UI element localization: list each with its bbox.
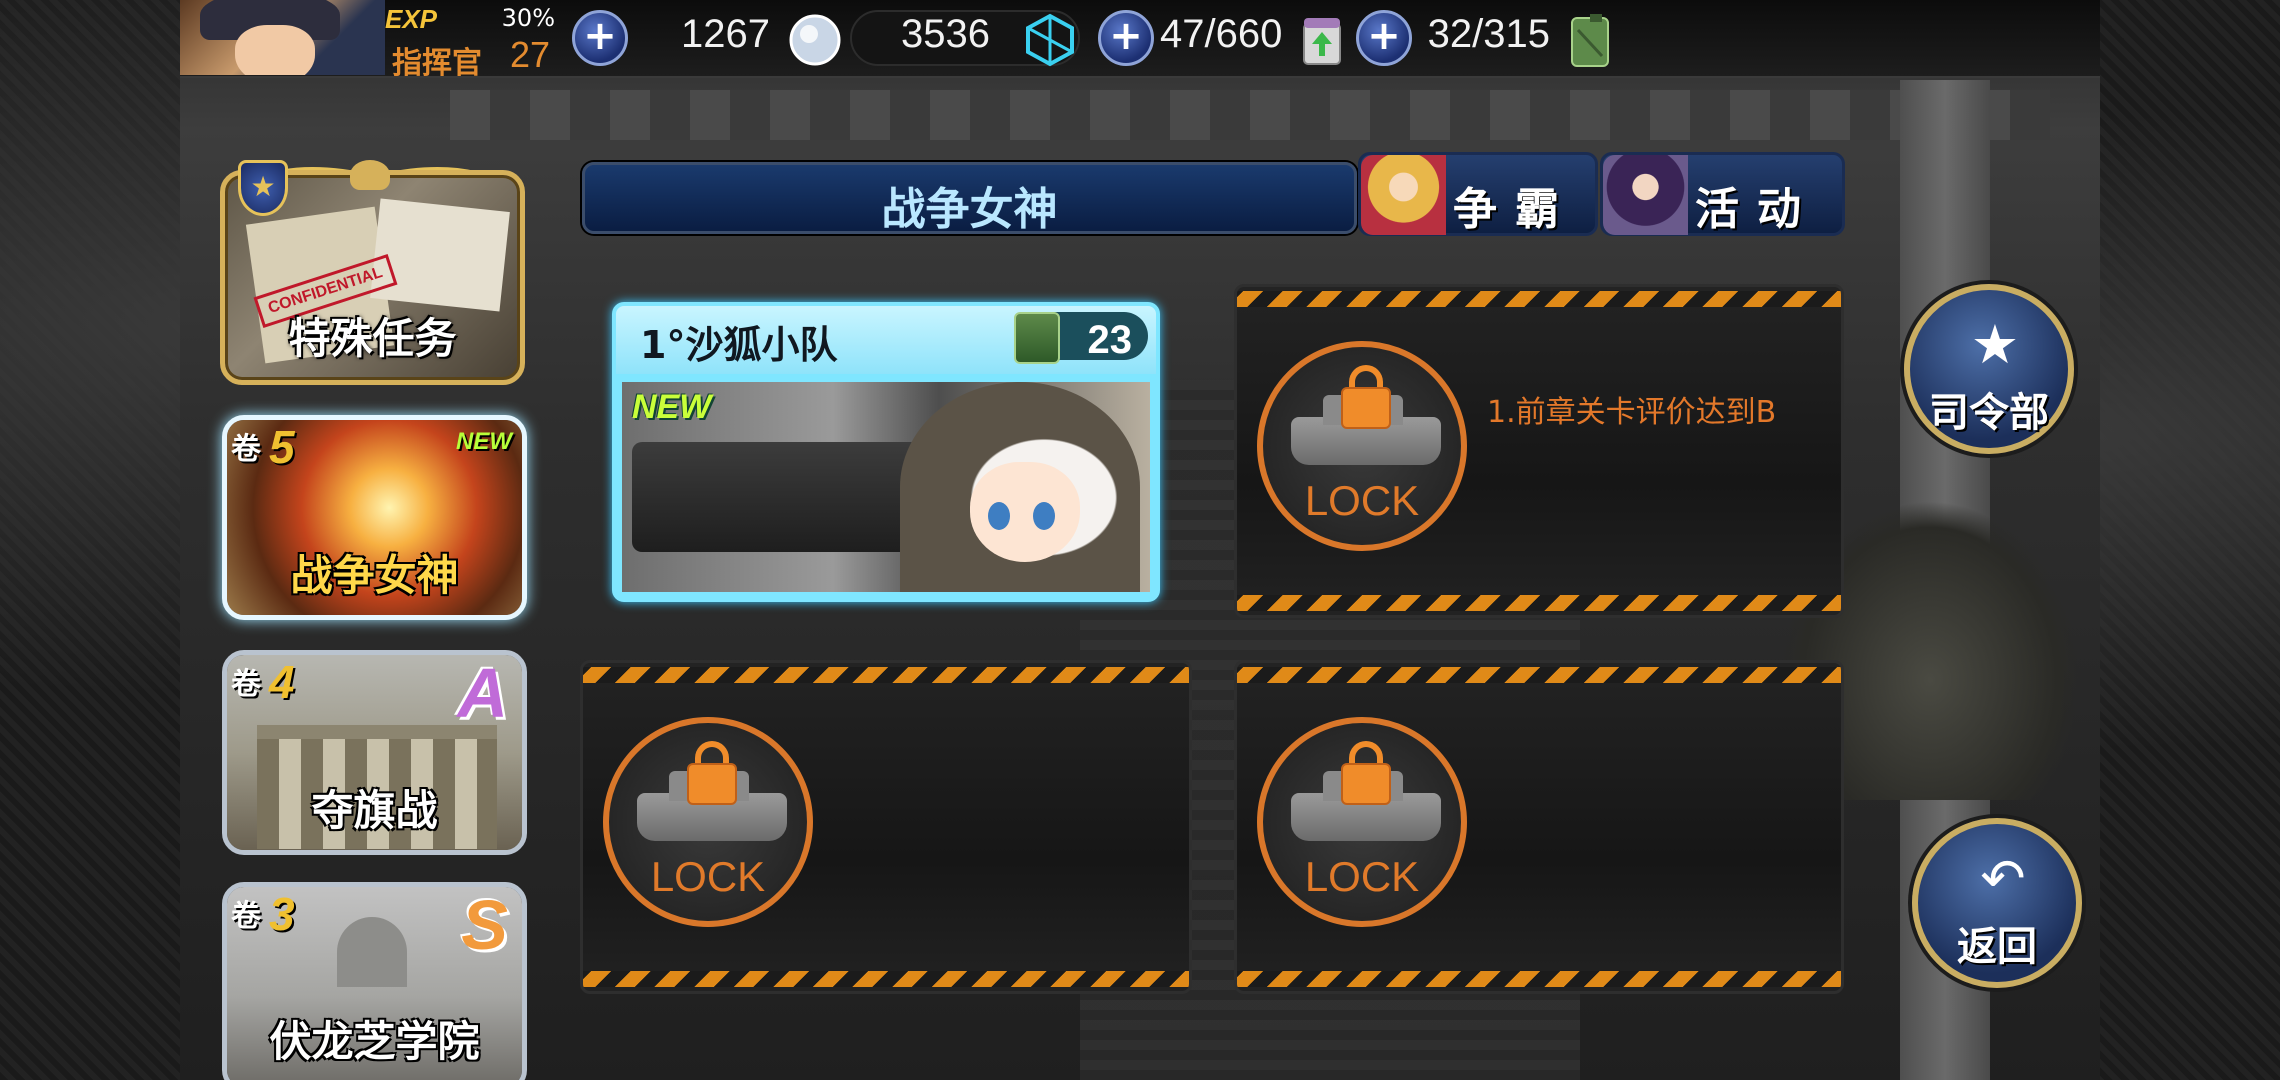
lock-icon: LOCK — [1257, 717, 1467, 927]
chapter-vol-prefix: 卷 — [231, 667, 261, 702]
chibi-blonde-portrait — [1361, 155, 1446, 235]
tab-event-label: 活动 — [1695, 184, 1819, 235]
fuel-canister-icon — [1560, 10, 1620, 70]
chapter-grade: A — [457, 654, 508, 732]
hazard-stripe — [1237, 291, 1841, 307]
stage-card-header: 1°沙狐小队 23 — [616, 306, 1156, 374]
add-silver-button[interactable]: + — [572, 10, 628, 66]
tab-title-label: 战争女神 — [881, 184, 1058, 235]
star-shield-icon: ★ — [1970, 313, 2020, 376]
lock-label: LOCK — [650, 853, 766, 900]
hazard-stripe — [583, 667, 1189, 683]
back-button[interactable]: ↶ 返回 — [1912, 818, 2082, 988]
lock-label: LOCK — [1304, 477, 1420, 524]
stage-illustration: NEW — [622, 382, 1150, 592]
tab-compete[interactable]: 争霸 — [1358, 152, 1598, 236]
new-badge: NEW — [632, 388, 712, 426]
commander-avatar[interactable] — [180, 0, 385, 75]
crest-icon — [350, 160, 390, 190]
chapter-4-button[interactable]: 卷 4 A 夺旗战 — [222, 650, 527, 855]
crystal-cube-icon — [1020, 10, 1080, 70]
stage-cost-box: 23 — [1014, 312, 1148, 364]
tab-compete-label: 争霸 — [1453, 184, 1577, 235]
character-eye — [988, 502, 1010, 530]
chapter-grade: S — [461, 886, 508, 964]
padlock-icon — [1341, 387, 1391, 429]
lock-icon: LOCK — [603, 717, 813, 927]
chapter-vol-prefix: 卷 — [231, 899, 261, 934]
stage-cost-value: 23 — [1087, 318, 1133, 362]
unlock-requirement: 1.前章关卡评价达到B — [1487, 395, 1777, 430]
silver-value: 1267 — [681, 12, 770, 56]
photo-paper — [370, 198, 510, 312]
tab-event[interactable]: 活动 — [1600, 152, 1845, 236]
chapter-name: 战争女神 — [290, 551, 459, 600]
fuel-canister-icon — [1014, 312, 1060, 364]
exp-percent: 30% — [501, 4, 555, 32]
chapter-vol-number: 3 — [269, 888, 295, 940]
character-eye — [1033, 502, 1055, 530]
back-label: 返回 — [1957, 924, 2037, 970]
chibi-dark-portrait — [1603, 155, 1688, 235]
hazard-stripe — [1237, 971, 1841, 987]
chapter-vol-number: 5 — [269, 421, 295, 473]
top-resource-bar: EXP 30% 指挥官 27 + 1267 3536 + 47/660 + 32… — [180, 0, 2100, 81]
character-face — [970, 462, 1080, 562]
paint-can-icon — [1292, 10, 1352, 70]
rank-label: 指挥官 — [392, 46, 482, 81]
padlock-icon — [687, 763, 737, 805]
headquarters-button[interactable]: ★ 司令部 — [1904, 284, 2074, 454]
add-fuel-button[interactable]: + — [1356, 10, 1412, 66]
lock-label: LOCK — [1304, 853, 1420, 900]
tab-war-goddess[interactable]: 战争女神 — [582, 162, 1357, 235]
stage-card-4-locked[interactable]: LOCK — [1234, 660, 1844, 994]
exp-label: EXP — [385, 4, 438, 34]
hazard-stripe — [583, 971, 1189, 987]
chapter-vol-prefix: 卷 — [231, 432, 261, 467]
add-paint-button[interactable]: + — [1098, 10, 1154, 66]
new-badge: NEW — [456, 428, 512, 455]
chapter-5-button[interactable]: 卷 5 NEW 战争女神 — [222, 415, 527, 620]
stage-card-2-locked[interactable]: LOCK 1.前章关卡评价达到B — [1234, 284, 1844, 618]
stage-name: 1°沙狐小队 — [640, 323, 838, 367]
stage-card-1[interactable]: 1°沙狐小队 23 NEW — [612, 302, 1160, 602]
back-arrow-icon: ↶ — [1980, 847, 2026, 910]
paint-value: 47/660 — [1160, 12, 1283, 56]
chapter-vol-number: 4 — [269, 656, 295, 708]
stage-card-3-locked[interactable]: LOCK — [580, 660, 1192, 994]
special-mission-label: 特殊任务 — [288, 314, 457, 363]
silver-coin-icon — [785, 10, 845, 70]
headquarters-label: 司令部 — [1929, 390, 2049, 436]
hazard-stripe — [1237, 595, 1841, 611]
avatar-face — [235, 25, 315, 75]
crystal-value: 3536 — [901, 12, 990, 56]
tank-illustration — [632, 442, 932, 552]
rank-level: 27 — [510, 34, 551, 75]
fuel-value: 32/315 — [1427, 12, 1550, 56]
hazard-stripe — [1237, 667, 1841, 683]
chapter-name: 伏龙芝学院 — [269, 1017, 480, 1066]
chapter-name: 夺旗战 — [311, 786, 438, 835]
ceiling-beam — [450, 90, 2050, 140]
lock-icon: LOCK — [1257, 341, 1467, 551]
padlock-icon — [1341, 763, 1391, 805]
rank-star-icon: ★ — [238, 160, 288, 216]
chapter-3-button[interactable]: 卷 3 S 伏龙芝学院 — [222, 882, 527, 1080]
